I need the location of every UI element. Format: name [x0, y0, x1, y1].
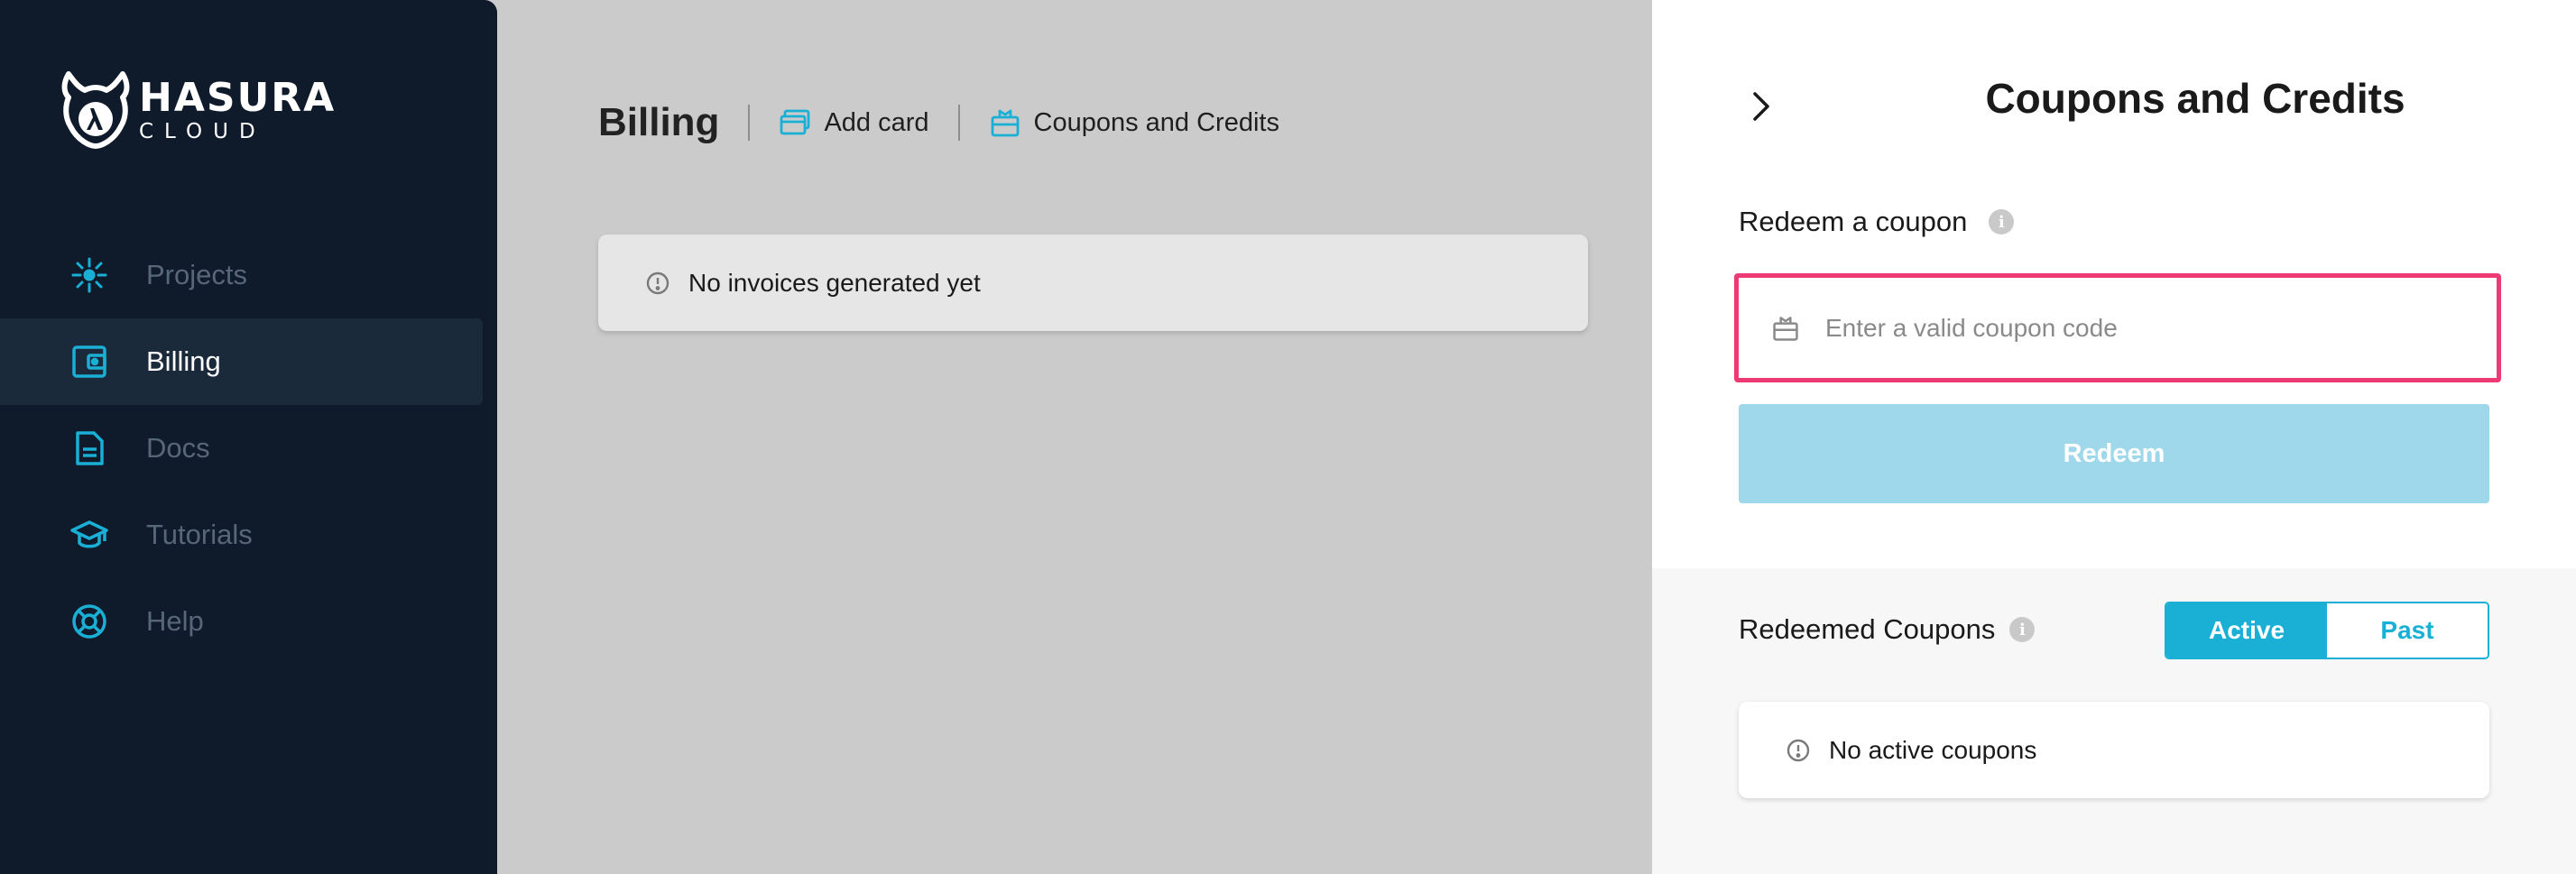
sidebar-item-tutorials[interactable]: Tutorials [0, 492, 497, 578]
page-title: Billing [598, 100, 720, 144]
panel-title: Coupons and Credits [1652, 74, 2576, 123]
billing-main: Billing Add card Coupons and Credits No … [497, 0, 1652, 874]
redeem-coupon-label: Redeem a coupon i [1739, 206, 2015, 238]
lifebuoy-icon [70, 603, 108, 640]
no-invoices-text: No invoices generated yet [688, 268, 981, 297]
coupons-credits-link[interactable]: Coupons and Credits [989, 106, 1279, 139]
header-divider [748, 105, 751, 141]
billing-header: Billing Add card Coupons and Credits [598, 97, 1279, 148]
info-icon[interactable]: i [1989, 209, 2015, 235]
hasura-logo[interactable]: HASURA CLOUD [61, 70, 336, 150]
toggle-past-button[interactable]: Past [2327, 603, 2488, 658]
sidebar-item-label: Billing [146, 345, 221, 377]
coupon-code-input[interactable] [1825, 313, 2457, 343]
document-icon [70, 429, 108, 467]
no-active-coupons-text: No active coupons [1829, 735, 2037, 764]
info-circle-icon [1787, 739, 1810, 761]
panel-title-text: Coupons and Credits [1985, 75, 2405, 122]
info-circle-icon [646, 271, 669, 294]
no-invoices-notice: No invoices generated yet [598, 235, 1588, 331]
toggle-active-button[interactable]: Active [2166, 603, 2327, 658]
redeemed-coupons-label: Redeemed Coupons i [1739, 613, 2036, 646]
graduation-cap-icon [70, 516, 108, 554]
redeem-coupon-label-text: Redeem a coupon [1739, 206, 1968, 237]
credit-card-icon [780, 109, 810, 135]
projects-icon [70, 256, 108, 294]
brand-name: HASURA [139, 74, 337, 121]
sidebar-item-label: Projects [146, 259, 247, 290]
coupon-code-field[interactable] [1734, 273, 2501, 382]
hasura-logo-icon [61, 71, 130, 149]
wallet-icon [70, 343, 108, 381]
add-card-link[interactable]: Add card [779, 106, 929, 139]
sidebar-item-billing[interactable]: Billing [0, 318, 483, 405]
coupons-credits-label: Coupons and Credits [1033, 107, 1279, 137]
sidebar-nav: Projects Billing Docs Tutorials Help [0, 232, 497, 665]
coupon-status-toggle: Active Past [2165, 602, 2489, 659]
gift-icon [991, 109, 1019, 137]
sidebar-item-label: Tutorials [146, 519, 253, 550]
add-card-label: Add card [824, 107, 929, 137]
sidebar-item-help[interactable]: Help [0, 578, 497, 665]
sidebar-item-projects[interactable]: Projects [0, 232, 497, 318]
redeem-button[interactable]: Redeem [1739, 404, 2489, 503]
sidebar-item-label: Help [146, 605, 204, 637]
brand-sub: CLOUD [139, 119, 266, 143]
sidebar-item-label: Docs [146, 432, 210, 464]
gift-icon [1773, 316, 1798, 341]
no-active-coupons-notice: No active coupons [1739, 702, 2489, 798]
redeemed-coupons-label-text: Redeemed Coupons [1739, 613, 1996, 645]
coupons-panel: Coupons and Credits Redeem a coupon i Re… [1652, 0, 2576, 874]
sidebar: HASURA CLOUD Projects Billing Docs Tutor… [0, 0, 497, 874]
sidebar-item-docs[interactable]: Docs [0, 405, 497, 492]
header-divider [957, 105, 960, 141]
info-icon[interactable]: i [2009, 617, 2036, 642]
